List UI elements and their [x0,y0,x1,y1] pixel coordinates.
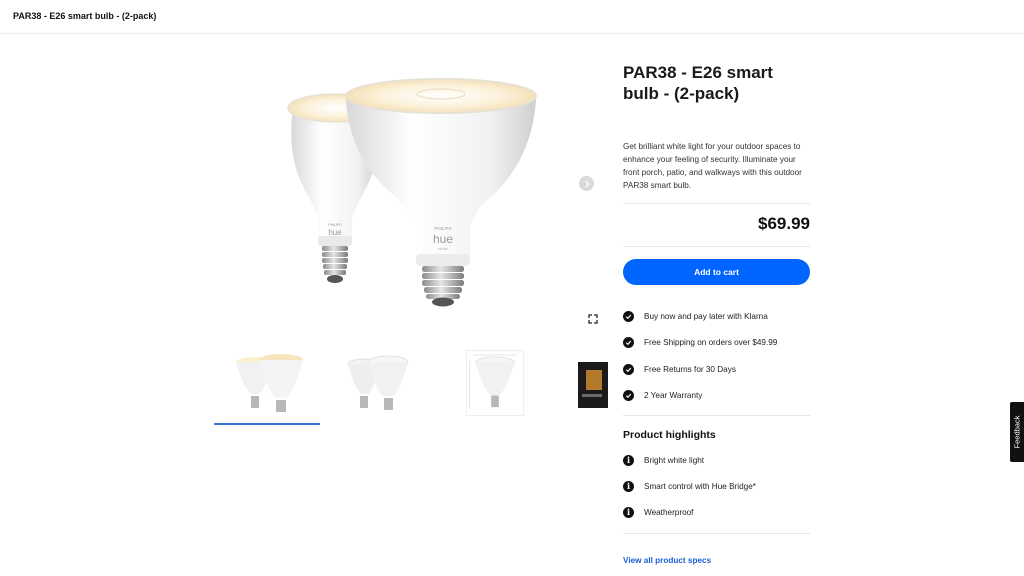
thumbnail-3[interactable] [466,350,524,416]
check-circle-icon [623,363,634,375]
bulb-logo-front: hue [433,232,453,246]
check-circle-icon [623,389,634,401]
perk-item: Free Shipping on orders over $49.99 [623,335,777,349]
info-icon: i [623,454,634,466]
divider [623,203,810,204]
highlight-label: Bright white light [644,455,705,465]
perk-item: Free Returns for 30 Days [623,362,736,376]
thumbnail-strip [214,350,609,426]
thumbnail-2[interactable] [338,350,414,416]
feedback-label: Feedback [1012,415,1022,449]
product-price: $69.99 [758,214,810,233]
perk-label: Free Shipping on orders over $49.99 [644,337,778,347]
product-title: PAR38 - E26 smart bulb - (2-pack) [623,63,773,103]
divider [623,415,810,416]
view-all-specs-link[interactable]: View all product specs [623,556,711,565]
bulb-brand-back: PHILIPS [328,223,342,227]
perk-item: Buy now and pay later with Klarna [623,309,768,323]
add-to-cart-button[interactable]: Add to cart [623,259,810,285]
bulb-brand-front: PHILIPS [434,226,451,231]
bulb-logo-back: hue [328,228,342,237]
perk-label: 2 Year Warranty [644,390,703,400]
divider [623,246,810,247]
thumbnail-4[interactable] [576,350,609,416]
highlight-item: i Weatherproof [623,505,693,519]
bulb-sub-front: white [438,246,448,251]
expand-icon [588,314,598,324]
highlights-title: Product highlights [623,429,716,441]
main-product-image[interactable]: PHILIPS hue PHILIPS hue white [270,78,560,308]
product-description: Get brilliant white light for your outdo… [623,142,802,190]
expand-image-button[interactable] [587,312,599,324]
highlight-item: i Smart control with Hue Bridge* [623,479,756,493]
info-icon: i [623,506,634,518]
active-thumbnail-indicator [214,423,320,425]
perk-label: Buy now and pay later with Klarna [644,311,768,321]
check-circle-icon [623,310,634,322]
perk-label: Free Returns for 30 Days [644,364,736,374]
chevron-right-icon [584,180,590,187]
feedback-tab[interactable]: Feedback [1010,402,1024,462]
next-image-button[interactable] [579,176,594,191]
info-icon: i [623,480,634,492]
thumbnail-1[interactable] [214,350,320,416]
check-circle-icon [623,336,634,348]
highlight-item: i Bright white light [623,453,704,467]
divider [623,533,810,534]
highlight-label: Weatherproof [644,507,694,517]
highlight-label: Smart control with Hue Bridge* [644,481,756,491]
page-title: PAR38 - E26 smart bulb - (2-pack) [13,11,157,21]
top-bar: PAR38 - E26 smart bulb - (2-pack) [0,0,1024,34]
perk-item: 2 Year Warranty [623,388,702,402]
